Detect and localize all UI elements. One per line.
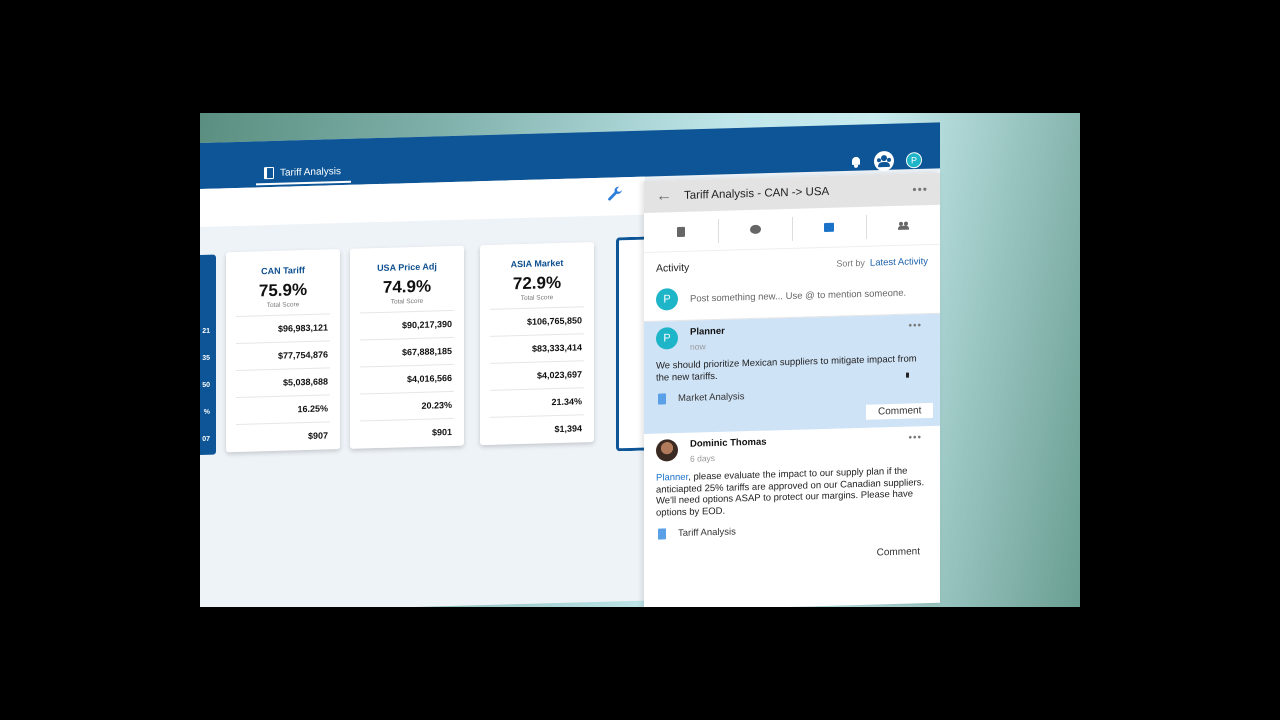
- panel-title: Tariff Analysis - CAN -> USA: [684, 185, 830, 202]
- activity-label: Activity: [656, 261, 690, 275]
- sort-dropdown[interactable]: Latest Activity: [870, 256, 928, 269]
- card-score: 74.9%: [382, 276, 432, 297]
- group-icon[interactable]: [874, 150, 894, 172]
- card-value: $67,888,185: [360, 336, 454, 367]
- score-card-can-tariff[interactable]: CAN Tariff 75.9% Total Score $96,983,121…: [226, 249, 340, 453]
- more-icon[interactable]: •••: [912, 182, 928, 196]
- attachment-label: Market Analysis: [678, 391, 745, 405]
- card-title: CAN Tariff: [261, 265, 305, 277]
- avatar: P: [656, 288, 678, 311]
- avatar: [656, 439, 678, 462]
- partial-card-left-values: 21 35 50 % 07: [200, 253, 210, 452]
- card-value: $106,765,850: [490, 306, 584, 336]
- attachment-label: Tariff Analysis: [678, 526, 736, 540]
- card-value: $5,038,688: [236, 367, 330, 397]
- activity-panel: ← Tariff Analysis - CAN -> USA ••• Activ…: [644, 172, 940, 607]
- feed-item: Dominic Thomas 6 days ••• Planner, pleas…: [644, 426, 940, 573]
- back-arrow-icon[interactable]: ←: [656, 187, 672, 205]
- sort-label: Sort by: [836, 257, 865, 269]
- card-value: $4,023,697: [490, 360, 584, 390]
- comment-button[interactable]: Comment: [866, 402, 934, 420]
- screenshot-stage: Tariff Analysis 21 35 50 % 07 CAN Tariff…: [200, 113, 1080, 607]
- bell-icon[interactable]: [850, 156, 862, 168]
- people-icon: [898, 221, 909, 229]
- partial-value: 50: [202, 381, 210, 389]
- post-text: , please evaluate the impact to our supp…: [656, 465, 925, 519]
- chat-icon: [824, 222, 834, 232]
- tab-label: Tariff Analysis: [280, 165, 341, 179]
- attachment-link[interactable]: Tariff Analysis: [656, 521, 928, 540]
- card-value: $1,394: [490, 414, 584, 444]
- tab-tariff-analysis[interactable]: Tariff Analysis: [256, 160, 351, 186]
- card-title: USA Price Adj: [377, 261, 437, 274]
- score-card-asia-market[interactable]: ASIA Market 72.9% Total Score $106,765,8…: [480, 241, 594, 446]
- partial-value: 35: [202, 354, 210, 362]
- wrench-icon[interactable]: [606, 185, 624, 204]
- post-body: Planner, please evaluate the impact to o…: [656, 465, 928, 519]
- card-value: 20.23%: [360, 390, 454, 421]
- avatar: P: [656, 327, 678, 350]
- mouse-cursor-icon: [906, 372, 909, 378]
- tab-details[interactable]: [644, 211, 718, 252]
- author-name: Dominic Thomas: [690, 436, 767, 450]
- card-value: $77,754,876: [236, 340, 330, 370]
- document-icon: [264, 166, 274, 180]
- comment-button[interactable]: Comment: [656, 546, 928, 565]
- card-value: $90,217,390: [360, 309, 454, 340]
- post-body: We should prioritize Mexican suppliers t…: [656, 353, 917, 384]
- page-icon: [677, 226, 685, 237]
- tab-comments[interactable]: [718, 209, 792, 250]
- card-value: $83,333,414: [490, 333, 584, 363]
- card-value: 16.25%: [236, 394, 330, 424]
- tab-people[interactable]: [866, 205, 940, 246]
- document-icon: [658, 393, 666, 405]
- card-score: 72.9%: [512, 272, 562, 294]
- card-value: 21.34%: [490, 387, 584, 417]
- card-value: $4,016,566: [360, 363, 454, 394]
- partial-value: 21: [202, 327, 210, 335]
- feed-item: P Planner now ••• We should prioritize M…: [644, 313, 940, 434]
- card-value: $901: [360, 417, 454, 448]
- post-time: now: [690, 341, 706, 352]
- user-avatar[interactable]: P: [906, 152, 922, 169]
- partial-value: %: [203, 408, 210, 416]
- card-value: $907: [236, 421, 330, 451]
- card-value: $96,983,121: [236, 313, 330, 343]
- speech-bubble-icon: [749, 224, 761, 235]
- author-name: Planner: [690, 325, 725, 338]
- mention-link[interactable]: Planner: [656, 472, 688, 484]
- score-card-usa-price-adj[interactable]: USA Price Adj 74.9% Total Score $90,217,…: [350, 245, 464, 449]
- card-score: 75.9%: [258, 280, 308, 301]
- card-title: ASIA Market: [510, 257, 564, 270]
- more-icon[interactable]: •••: [908, 320, 922, 331]
- document-icon: [658, 528, 666, 540]
- post-time: 6 days: [690, 453, 716, 464]
- tab-activity[interactable]: [792, 207, 866, 248]
- partial-card-right[interactable]: [616, 236, 646, 452]
- post-input[interactable]: Post something new... Use @ to mention s…: [690, 287, 906, 304]
- attachment-link[interactable]: Market Analysis: [656, 386, 928, 405]
- more-icon[interactable]: •••: [908, 432, 922, 443]
- partial-value: 07: [202, 435, 210, 443]
